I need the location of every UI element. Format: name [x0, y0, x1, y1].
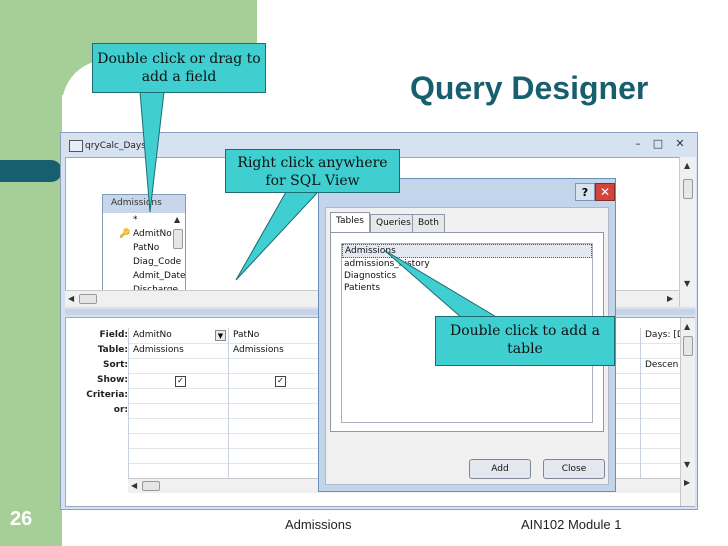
- callout-add-table: Double click to add a table: [435, 316, 615, 366]
- callout-pointer-sql: [235, 191, 320, 281]
- callout-pointer-table: [383, 249, 500, 319]
- callout-add-field: Double click or drag to add a field: [92, 43, 266, 93]
- tab-tables[interactable]: Tables: [330, 212, 370, 232]
- callout-sql-view: Right click anywhere for SQL View: [225, 149, 400, 193]
- callout-pointer-field: [139, 91, 165, 213]
